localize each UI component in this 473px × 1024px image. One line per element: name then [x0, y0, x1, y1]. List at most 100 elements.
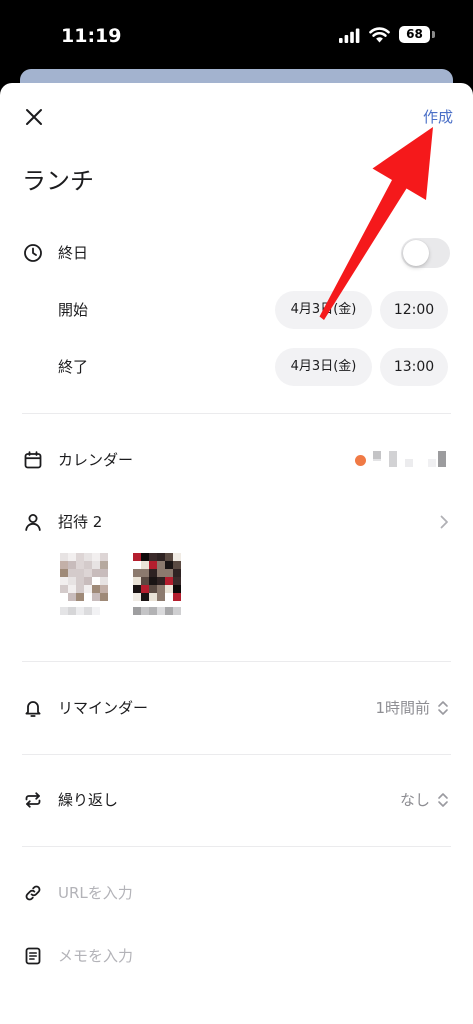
mosaic-pixel	[60, 593, 68, 601]
mosaic-pixel	[133, 607, 141, 615]
mosaic-pixel	[149, 561, 157, 569]
invite-row[interactable]: 招待 2	[0, 500, 473, 544]
invitee-avatar	[133, 553, 181, 601]
mosaic-pixel	[165, 607, 173, 615]
mosaic-pixel	[92, 577, 100, 585]
url-input[interactable]	[58, 878, 438, 908]
mosaic-pixel	[173, 593, 181, 601]
calendar-row[interactable]: カレンダー	[0, 438, 473, 482]
start-row: 開始 4月3日(金) 12:00	[0, 288, 473, 332]
reminder-value: 1時間前	[375, 699, 430, 717]
repeat-value: なし	[399, 791, 430, 809]
mosaic-pixel	[389, 451, 397, 467]
mosaic-pixel	[157, 607, 165, 615]
mosaic-pixel	[60, 577, 68, 585]
mosaic-pixel	[92, 593, 100, 601]
mosaic-pixel	[133, 593, 141, 601]
mosaic-pixel	[173, 561, 181, 569]
battery-cap	[432, 31, 435, 38]
mosaic-pixel	[100, 593, 108, 601]
calendar-name-mosaic	[370, 451, 448, 469]
mosaic-pixel	[68, 607, 76, 615]
mosaic-pixel	[92, 585, 100, 593]
mosaic-pixel	[149, 577, 157, 585]
mosaic-pixel	[165, 569, 173, 577]
mosaic-pixel	[60, 561, 68, 569]
mosaic-pixel	[100, 585, 108, 593]
invite-label: 招待 2	[58, 513, 103, 531]
reminder-label: リマインダー	[58, 699, 149, 717]
mosaic-pixel	[84, 561, 92, 569]
mosaic-pixel	[92, 569, 100, 577]
mosaic-pixel	[141, 607, 149, 615]
end-time-button[interactable]: 13:00	[380, 348, 448, 386]
mosaic-pixel	[133, 553, 141, 561]
reminder-row[interactable]: リマインダー 1時間前	[0, 686, 473, 730]
start-label: 開始	[58, 301, 89, 319]
screen: 11:19 68 作成 終日	[0, 0, 473, 1024]
mosaic-pixel	[92, 553, 100, 561]
end-date-button[interactable]: 4月3日(金)	[275, 348, 372, 386]
repeat-row[interactable]: 繰り返し なし	[0, 778, 473, 822]
battery-level: 68	[406, 27, 423, 41]
mosaic-pixel	[141, 561, 149, 569]
event-title-input[interactable]	[22, 159, 402, 197]
calendar-label: カレンダー	[58, 451, 134, 469]
up-down-chevron-icon	[438, 793, 448, 807]
mosaic-pixel	[149, 585, 157, 593]
invitee-name-mosaic	[133, 607, 181, 615]
mosaic-pixel	[76, 585, 84, 593]
mosaic-pixel	[149, 569, 157, 577]
battery-icon: 68	[399, 26, 430, 43]
mosaic-pixel	[100, 553, 108, 561]
mosaic-pixel	[373, 459, 381, 461]
mosaic-pixel	[157, 561, 165, 569]
mosaic-pixel	[84, 607, 92, 615]
mosaic-pixel	[141, 553, 149, 561]
mosaic-pixel	[84, 585, 92, 593]
event-sheet: 作成 終日 開始 4月3日(金) 12:00 終了 4月3日(金) 13:00	[0, 83, 473, 1024]
mosaic-pixel	[60, 569, 68, 577]
invitee-name-mosaic	[60, 607, 100, 615]
signal-icon	[339, 28, 360, 43]
close-icon[interactable]	[22, 105, 46, 129]
start-time-button[interactable]: 12:00	[380, 291, 448, 329]
start-date-button[interactable]: 4月3日(金)	[275, 291, 372, 329]
status-bar: 11:19 68	[0, 0, 473, 68]
mosaic-pixel	[92, 561, 100, 569]
mosaic-pixel	[76, 607, 84, 615]
mosaic-pixel	[157, 577, 165, 585]
mosaic-pixel	[76, 561, 84, 569]
end-row: 終了 4月3日(金) 13:00	[0, 345, 473, 389]
status-time: 11:19	[61, 25, 122, 47]
mosaic-pixel	[76, 569, 84, 577]
create-button[interactable]: 作成	[423, 106, 453, 128]
divider	[22, 754, 451, 755]
up-down-chevron-icon	[438, 701, 448, 715]
url-row	[0, 871, 473, 915]
mosaic-pixel	[173, 607, 181, 615]
repeat-label: 繰り返し	[58, 791, 119, 809]
mosaic-pixel	[100, 569, 108, 577]
mosaic-pixel	[84, 593, 92, 601]
mosaic-pixel	[149, 553, 157, 561]
all-day-toggle[interactable]	[401, 238, 450, 268]
mosaic-pixel	[92, 607, 100, 615]
bell-icon	[25, 701, 41, 717]
mosaic-pixel	[60, 607, 68, 615]
mosaic-pixel	[100, 561, 108, 569]
mosaic-pixel	[141, 585, 149, 593]
mosaic-pixel	[173, 553, 181, 561]
divider	[22, 661, 451, 662]
memo-input[interactable]	[58, 941, 438, 971]
mosaic-pixel	[405, 459, 413, 467]
mosaic-pixel	[68, 593, 76, 601]
mosaic-pixel	[149, 593, 157, 601]
end-label: 終了	[58, 358, 89, 376]
mosaic-pixel	[60, 553, 68, 561]
person-icon	[25, 514, 41, 531]
mosaic-pixel	[76, 553, 84, 561]
invitee-avatar	[60, 553, 108, 601]
all-day-row: 終日	[0, 231, 473, 275]
mosaic-pixel	[60, 585, 68, 593]
